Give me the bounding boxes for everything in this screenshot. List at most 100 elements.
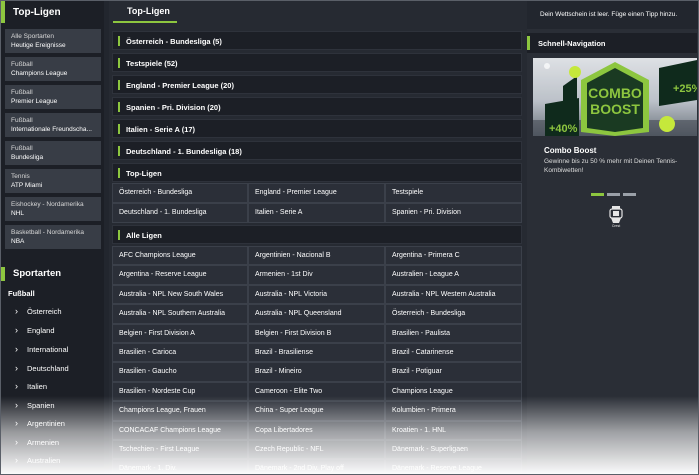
league-cell[interactable]: Testspiele [385, 183, 522, 203]
league-cell[interactable]: Brazil - Potiguar [385, 362, 522, 382]
chevron-right-icon: › [15, 418, 18, 428]
league-label: Österreich - Bundesliga (5) [126, 37, 222, 46]
quick-link-sport: Fußball [11, 61, 33, 68]
quick-link-3[interactable]: Fußball Internationale Freundscha... [5, 113, 101, 137]
league-cell[interactable]: Brazil - Brasiliense [248, 343, 385, 363]
league-cell[interactable]: Dänemark - Reserve League [385, 459, 522, 474]
league-cell[interactable]: Dänemark - 1. Div. [112, 459, 248, 474]
league-row-1[interactable]: Testspiele (52) [112, 53, 522, 72]
league-cell[interactable]: Argentinien - Nacional B [248, 246, 385, 266]
league-cell[interactable]: Tschechien - First League [112, 440, 248, 460]
league-cell[interactable]: Spanien - Pri. Division [385, 203, 522, 223]
league-cell[interactable]: Australien - League A [385, 265, 522, 285]
quick-link-0[interactable]: Alle Sportarten Heutige Ereignisse [5, 29, 101, 53]
sidebar-title: Top-Ligen [13, 7, 61, 18]
league-cell[interactable]: Deutschland - 1. Bundesliga [112, 203, 248, 223]
league-cell[interactable]: Czech Republic - NFL [248, 440, 385, 460]
carousel-dot[interactable] [623, 193, 636, 196]
accent-bar [118, 102, 120, 112]
league-row-0[interactable]: Österreich - Bundesliga (5) [112, 31, 522, 50]
league-cell[interactable]: Österreich - Bundesliga [112, 183, 248, 203]
country-item-8[interactable]: › Australien [1, 451, 104, 469]
league-cell[interactable]: Österreich - Bundesliga [385, 304, 522, 324]
quick-link-name: Champions League [11, 70, 68, 77]
sport-football[interactable]: Fußball [8, 289, 35, 298]
league-cell[interactable]: England - Premier League [248, 183, 385, 203]
league-cell[interactable]: Brasilien - Paulista [385, 323, 522, 343]
quick-link-7[interactable]: Basketball - Nordamerika NBA [5, 225, 101, 249]
league-cell[interactable]: AFC Champions League [112, 246, 248, 266]
quick-link-4[interactable]: Fußball Bundesliga [5, 141, 101, 165]
carousel-dot-active[interactable] [591, 193, 604, 196]
quick-link-5[interactable]: Tennis ATP Miami [5, 169, 101, 193]
accent-bar [118, 58, 120, 68]
quick-link-2[interactable]: Fußball Premier League [5, 85, 101, 109]
league-cell[interactable]: Copa Libertadores [248, 420, 385, 440]
league-cell-label: Brasilien - Nordeste Cup [119, 387, 196, 395]
banner-top-text: COMBO [588, 85, 642, 101]
quick-link-1[interactable]: Fußball Champions League [5, 57, 101, 81]
league-cell[interactable]: Brazil - Catarinense [385, 343, 522, 363]
league-cell-label: Champions League, Frauen [119, 407, 206, 415]
league-cell[interactable]: Cameroon - Elite Two [248, 381, 385, 402]
accent-bar [118, 80, 120, 90]
country-label: Italien [27, 382, 48, 391]
league-cell[interactable]: Dänemark - 2nd Div. Play off [248, 459, 385, 474]
accent-bar [118, 230, 120, 240]
league-cell[interactable]: Kroatien - 1. HNL [385, 420, 522, 440]
crest-label: Crest [612, 224, 620, 228]
league-row-3[interactable]: Spanien - Pri. Division (20) [112, 97, 522, 116]
sportsbook-page: Top-Ligen Alle Sportarten Heutige Ereign… [0, 0, 699, 475]
tab-top-ligen[interactable]: Top-Ligen [113, 1, 177, 23]
country-item-1[interactable]: › England [1, 321, 104, 339]
league-cell-label: Australia - NPL Southern Australia [119, 310, 225, 318]
chevron-right-icon: › [15, 306, 18, 316]
league-cell[interactable]: Australia - NPL Western Australia [385, 284, 522, 305]
country-label: England [27, 326, 55, 335]
league-cell[interactable]: Australia - NPL Southern Australia [112, 304, 248, 324]
combo-boost-banner[interactable]: +40% COMBO BOOST +25% [533, 58, 697, 136]
promo-description: Gewinne bis zu 50 % mehr mit Deinen Tenn… [544, 158, 678, 174]
league-cell[interactable]: Brasilien - Nordeste Cup [112, 381, 248, 402]
league-cell[interactable]: Brazil - Mineiro [248, 362, 385, 382]
league-cell-label: Argentinien - Nacional B [255, 252, 331, 259]
promo-title[interactable]: Combo Boost [544, 146, 596, 155]
country-label: International [27, 345, 69, 354]
country-item-7[interactable]: › Armenien [1, 433, 104, 451]
league-cell[interactable]: Brasilien - Gaucho [112, 362, 248, 382]
league-cell[interactable]: Dänemark - Superligaen [385, 440, 522, 460]
league-cell[interactable]: Belgien - First Division B [248, 323, 385, 343]
league-cell-label: Brasilien - Gaucho [119, 368, 177, 376]
league-cell[interactable]: Australia - NPL Victoria [248, 284, 385, 305]
league-cell[interactable]: China - Super League [248, 401, 385, 421]
league-row-2[interactable]: England - Premier League (20) [112, 75, 522, 94]
carousel-dot[interactable] [607, 193, 620, 196]
league-row-4[interactable]: Italien - Serie A (17) [112, 119, 522, 138]
league-cell[interactable]: Argentina - Primera C [385, 246, 522, 266]
country-item-0[interactable]: › Österreich [1, 302, 104, 320]
country-item-6[interactable]: › Argentinien [1, 414, 104, 432]
league-cell[interactable]: Belgien - First Division A [112, 323, 248, 343]
country-item-5[interactable]: › Spanien [1, 396, 104, 414]
league-cell[interactable]: Australia - NPL Queensland [248, 304, 385, 324]
country-item-3[interactable]: › Deutschland [1, 359, 104, 377]
league-cell-label: Brasilien - Paulista [392, 329, 450, 337]
quick-link-6[interactable]: Eishockey - Nordamerika NHL [5, 197, 101, 221]
league-cell[interactable]: CONCACAF Champions League [112, 420, 248, 440]
league-cell[interactable]: Champions League [385, 381, 522, 402]
league-cell-label: Australia - NPL New South Wales [119, 290, 224, 298]
league-cell[interactable]: Brasilien - Carioca [112, 343, 248, 363]
country-item-4[interactable]: › Italien [1, 377, 104, 395]
league-cell[interactable]: Armenien - 1st Div [248, 265, 385, 285]
league-cell[interactable]: Champions League, Frauen [112, 401, 248, 421]
quick-link-sport: Eishockey - Nordamerika [11, 201, 84, 208]
league-cell[interactable]: Argentina - Reserve League [112, 265, 248, 285]
league-cell[interactable]: Kolumbien - Primera [385, 401, 522, 421]
left-sidebar: Top-Ligen Alle Sportarten Heutige Ereign… [1, 1, 104, 474]
league-cell[interactable]: Australia - NPL New South Wales [112, 284, 248, 305]
league-row-5[interactable]: Deutschland - 1. Bundesliga (18) [112, 141, 522, 160]
league-cell-label: Australia - NPL Victoria [255, 290, 327, 298]
league-cell-label: Dänemark - 1. Div. [119, 465, 177, 473]
league-cell[interactable]: Italien - Serie A [248, 203, 385, 223]
country-item-2[interactable]: › International [1, 340, 104, 358]
